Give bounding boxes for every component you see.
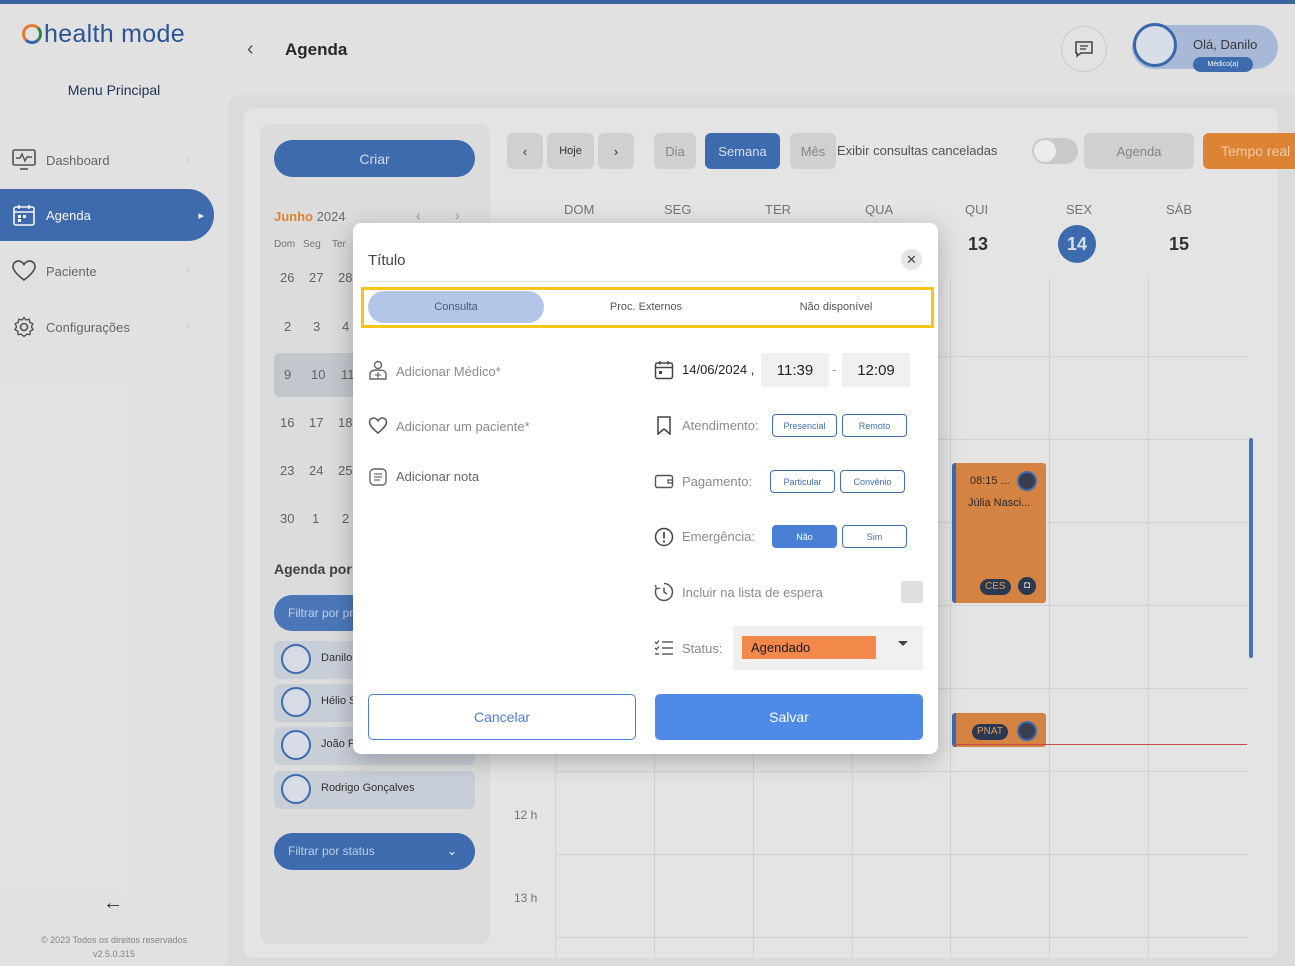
add-note-field[interactable]: Adicionar nota [396,469,479,484]
tab-proc-externos[interactable]: Proc. Externos [558,291,734,323]
close-icon[interactable]: ✕ [901,249,922,270]
clock-history-icon [654,582,674,602]
heart-icon [368,417,388,434]
note-icon [369,468,387,486]
attendance-label: Atendimento: [682,418,759,433]
emergency-label: Emergência: [682,529,755,544]
payment-particular-option[interactable]: Particular [770,470,835,493]
checklist-icon [654,640,673,655]
attendance-presencial-option[interactable]: Presencial [772,414,837,437]
doctor-icon [369,360,387,380]
start-time-field[interactable]: 11:39 [761,353,829,387]
attendance-remoto-option[interactable]: Remoto [842,414,907,437]
add-doctor-field[interactable]: Adicionar Médico* [396,364,501,379]
add-patient-field[interactable]: Adicionar um paciente* [396,419,530,434]
wallet-icon [654,474,674,489]
bookmark-icon [657,416,671,435]
waitlist-checkbox[interactable] [901,581,923,603]
status-label: Status: [682,641,723,656]
save-button[interactable]: Salvar [655,694,923,740]
time-separator: - [832,362,837,377]
date-field[interactable]: 14/06/2024 , [682,362,754,377]
caret-down-icon [898,641,908,646]
tab-nao-disponivel[interactable]: Não disponível [748,291,924,323]
dialog-title[interactable]: Título [368,252,406,269]
payment-label: Pagamento: [682,474,753,489]
emergency-nao-option[interactable]: Não [772,525,837,548]
waitlist-label: Incluir na lista de espera [682,585,823,600]
date-value: 14/06/2024 [682,362,748,377]
status-value: Agendado [742,636,876,659]
payment-convenio-option[interactable]: Convênio [840,470,905,493]
cancel-button[interactable]: Cancelar [368,694,636,740]
emergency-sim-option[interactable]: Sim [842,525,907,548]
calendar-icon [654,361,674,380]
title-divider [368,281,923,282]
new-appointment-dialog: Título ✕ Consulta Proc. Externos Não dis… [353,223,938,754]
tab-consulta[interactable]: Consulta [368,291,544,323]
end-time-field[interactable]: 12:09 [842,353,910,387]
alert-circle-icon [654,527,674,547]
